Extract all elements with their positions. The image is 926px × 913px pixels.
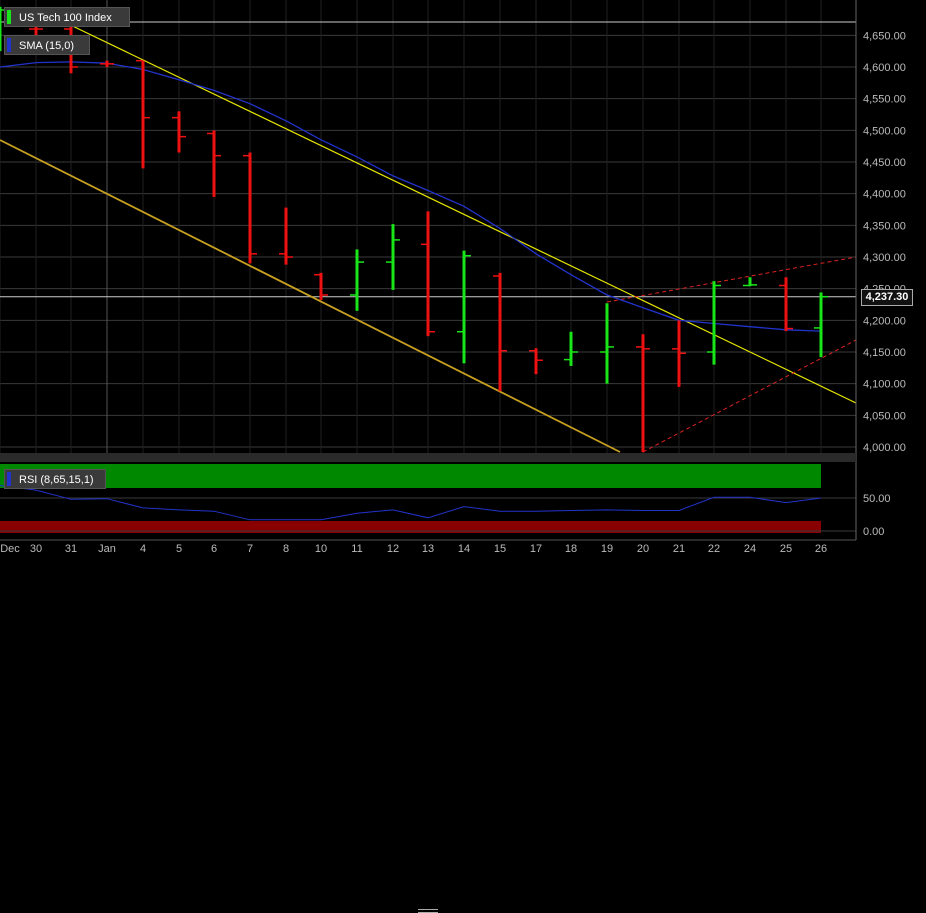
ohlc-bar: [600, 303, 614, 384]
ohlc-bar: [457, 250, 471, 364]
x-tick-label: Dec: [0, 543, 20, 555]
x-tick-label: Jan: [98, 543, 116, 555]
y-tick-label: 4,400.00: [863, 189, 906, 201]
legend-swatch-price: [7, 10, 11, 24]
rsi-overbought-zone: [0, 464, 821, 488]
ohlc-bar: [136, 59, 150, 169]
x-tick-label: 11: [351, 543, 362, 555]
x-tick-label: 13: [422, 543, 434, 555]
x-tick-label: 30: [30, 543, 42, 555]
legend-swatch-sma: [7, 38, 11, 52]
y-tick-label: 4,650.00: [863, 30, 906, 42]
legend-price[interactable]: US Tech 100 Index: [4, 7, 130, 27]
x-tick-label: 20: [637, 543, 649, 555]
price-chart: 4,000.00 4,050.00 4,100.00 4,150.00 4,200.00…: [0, 0, 906, 555]
ohlc-bar: [421, 211, 435, 337]
x-tick-label: 31: [65, 543, 77, 555]
x-tick-label: 4: [140, 543, 146, 555]
y-tick-label: 4,100.00: [863, 379, 906, 391]
x-tick-label: 14: [458, 543, 470, 555]
rsi-panel: [0, 462, 856, 541]
ohlc-bar: [279, 207, 293, 265]
wedge-upper-line: [606, 256, 857, 303]
x-tick-label: 25: [780, 543, 792, 555]
legend-title: US Tech 100 Index: [19, 12, 112, 24]
panel-splitter[interactable]: [0, 453, 856, 913]
sma-layer: [0, 61, 822, 332]
ohlc-bar: [493, 272, 507, 392]
x-tick-label: 24: [744, 543, 756, 555]
ohlc-bar: [207, 130, 221, 197]
rsi-y-tick-label: 50.00: [863, 493, 891, 505]
legend-rsi-label: RSI (8,65,15,1): [19, 474, 94, 486]
splitter-grip-icon[interactable]: [418, 909, 438, 913]
legend-sma[interactable]: SMA (15,0): [4, 35, 90, 55]
x-tick-label: 8: [283, 543, 289, 555]
ohlc-bars: [0, 6, 828, 453]
ohlc-bar: [814, 292, 828, 358]
ohlc-bar: [100, 60, 114, 67]
y-tick-label: 4,300.00: [863, 252, 906, 264]
ohlc-bar: [350, 249, 364, 311]
rsi-y-tick-label: 0.00: [863, 526, 884, 538]
y-tick-label: 4,000.00: [863, 442, 906, 454]
x-tick-label: 12: [387, 543, 399, 555]
x-tick-label: 15: [494, 543, 506, 555]
legend-sma-label: SMA (15,0): [19, 40, 75, 52]
x-tick-label: 18: [565, 543, 577, 555]
sma-line: [0, 61, 822, 332]
y-tick-label: 4,500.00: [863, 125, 906, 137]
ohlc-bar: [564, 331, 578, 366]
ohlc-bar: [243, 152, 257, 264]
ohlc-bar: [172, 111, 186, 153]
y-tick-label: 4,350.00: [863, 220, 906, 232]
x-tick-label: 7: [247, 543, 253, 555]
x-tick-label: 5: [176, 543, 182, 555]
ohlc-bar: [779, 277, 793, 332]
y-tick-label: 4,150.00: [863, 347, 906, 359]
current-price-tag: 4,237.30: [861, 289, 913, 306]
ohlc-bar: [672, 320, 686, 387]
legend-rsi[interactable]: RSI (8,65,15,1): [4, 469, 106, 489]
y-tick-label: 4,050.00: [863, 410, 906, 422]
y-tick-label: 4,550.00: [863, 94, 906, 106]
x-tick-label: 17: [530, 543, 542, 555]
x-tick-label: 10: [315, 543, 327, 555]
y-tick-label: 4,450.00: [863, 157, 906, 169]
ohlc-bar: [314, 272, 328, 301]
y-tick-label: 4,200.00: [863, 315, 906, 327]
x-tick-label: 22: [708, 543, 720, 555]
x-tick-label: 19: [601, 543, 613, 555]
x-tick-label: 26: [815, 543, 827, 555]
legend-swatch-rsi: [7, 472, 11, 486]
ohlc-bar: [743, 277, 757, 287]
channel-lower-line: [0, 139, 621, 453]
x-tick-label: 21: [673, 543, 685, 555]
x-tick-label: 6: [211, 543, 217, 555]
y-tick-label: 4,600.00: [863, 62, 906, 74]
